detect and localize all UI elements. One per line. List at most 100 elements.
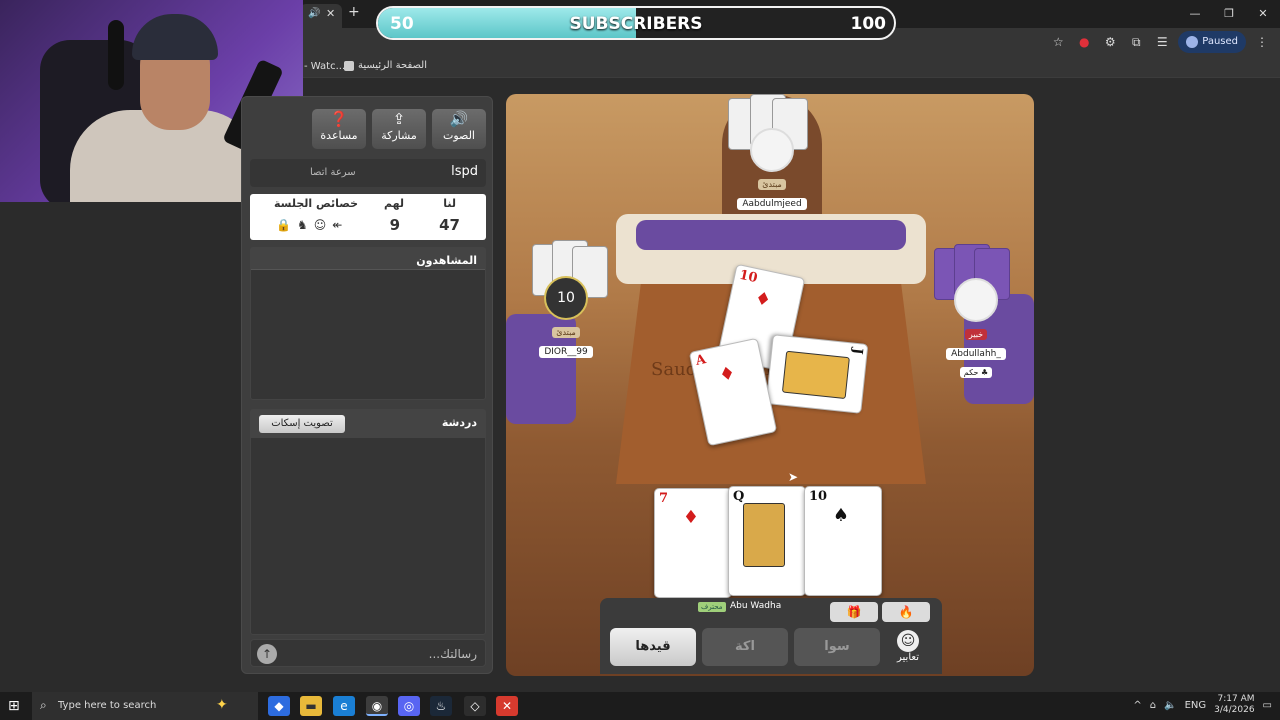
close-window-button[interactable]: ✕ — [1246, 0, 1280, 28]
hand-card-7-diamonds[interactable]: 7 ♦ — [654, 488, 732, 598]
player-right[interactable]: خبير Abdullahh_ حكم ♣ — [936, 278, 1016, 379]
lock-icon: 🔒 — [276, 218, 297, 232]
card-rank: 10 — [809, 489, 828, 504]
gift-icon: 🎁 — [846, 605, 862, 619]
windows-start-icon[interactable]: ⊞ — [8, 698, 20, 714]
bookmark-icon — [344, 60, 354, 71]
beanie — [132, 14, 218, 60]
puzzle-icon[interactable]: ⧉ — [1126, 32, 1146, 52]
avatar — [954, 278, 998, 322]
star-icon[interactable]: ☆ — [1048, 32, 1068, 52]
table-card-j-clubs: J — [765, 334, 869, 414]
share-icon: ⇪ — [392, 110, 406, 128]
chat-message-input[interactable] — [287, 644, 477, 664]
trump-note: حكم ♣ — [959, 367, 993, 378]
bookmark-home-label: الصفحة الرئيسية — [358, 60, 427, 71]
search-placeholder: Type here to search — [58, 700, 157, 711]
emote-label: تعابير — [897, 652, 919, 663]
mouse-cursor: ➤ — [788, 470, 799, 484]
us-score: 47 — [439, 216, 460, 234]
emote-button[interactable]: ☺ تعابير — [887, 630, 929, 666]
us-header: لنا — [443, 197, 456, 210]
kebab-menu-icon[interactable]: ⋮ — [1252, 32, 1272, 52]
profile-button[interactable]: Paused — [1178, 31, 1246, 53]
chrome-icon[interactable]: ◉ — [366, 696, 388, 716]
media-icon[interactable]: ☰ — [1152, 32, 1172, 52]
taskbar-search[interactable]: ⌕ Type here to search ✦ — [32, 692, 258, 720]
volume-icon[interactable]: 🔈 — [1164, 700, 1176, 711]
viewers-header: المشاهدون — [251, 248, 485, 270]
hand-card-10-spades[interactable]: 10 ♠ — [804, 486, 882, 596]
my-badge: محترف — [698, 602, 726, 612]
windows-taskbar: ⊞ ⌕ Type here to search ✦ ◆ ▬ e ◉ ◎ ♨ ◇ … — [0, 692, 1280, 720]
chat-panel: دردشة تصويت إسكات — [250, 409, 486, 635]
steam-icon[interactable]: ♨ — [430, 696, 452, 716]
smiley-icon: ☺ — [897, 630, 919, 652]
network-icon[interactable]: ⌂ — [1150, 700, 1156, 711]
edge-icon[interactable]: e — [333, 696, 355, 716]
connection-speed-row: سرعة اتصا lspd — [250, 159, 486, 187]
help-button[interactable]: ❓ مساعدة — [312, 109, 366, 149]
fire-icon: 🔥 — [898, 605, 914, 619]
restore-button[interactable]: ❐ — [1212, 0, 1246, 28]
close-app-icon[interactable]: ✕ — [496, 696, 518, 716]
browser-tab[interactable]: 🔊 ✕ — [300, 4, 342, 28]
card-suit: ♠ — [832, 505, 854, 526]
file-explorer-icon[interactable]: ▬ — [300, 696, 322, 716]
player-badge: مبتدئ — [552, 327, 580, 338]
share-button[interactable]: ⇪ مشاركة — [372, 109, 426, 149]
fire-button[interactable]: 🔥 — [882, 602, 930, 622]
sound-label: الصوت — [443, 129, 475, 142]
arrows-icon: ↞ — [332, 218, 349, 232]
hand-card-q-spades[interactable]: Q — [728, 486, 806, 596]
qaydha-button[interactable]: قيدها — [610, 628, 696, 666]
chevron-up-icon[interactable]: ^ — [1133, 700, 1141, 711]
akka-button[interactable]: اكة — [702, 628, 788, 666]
sound-button[interactable]: 🔊 الصوت — [432, 109, 486, 149]
system-clock[interactable]: 7:17 AM 3/4/2026 — [1214, 694, 1254, 716]
viewers-panel: المشاهدون — [250, 247, 486, 400]
minimize-button[interactable]: — — [1178, 0, 1212, 28]
avatar: 10 — [544, 276, 588, 320]
extension-red-icon[interactable]: ● — [1074, 32, 1094, 52]
toolbar-icons: ☆ ● ⚙ ⧉ ☰ Paused ⋮ — [1048, 31, 1272, 53]
notifications-icon[interactable]: ▭ — [1263, 700, 1272, 711]
player-left[interactable]: 10 مبتدئ DIOR__99 — [526, 276, 606, 358]
sparkle-icon: ✦ — [216, 697, 228, 713]
copilot-icon[interactable]: ◆ — [268, 696, 290, 716]
subscriber-goal: 100 — [850, 14, 887, 34]
send-arrow-icon[interactable]: ↑ — [257, 644, 277, 664]
queen-face — [743, 503, 785, 567]
new-tab-button[interactable]: + — [348, 4, 360, 20]
them-header: لهم — [383, 197, 404, 210]
language-indicator[interactable]: ENG — [1185, 700, 1207, 711]
player-top[interactable]: مبتدئ Aabdulmjeed — [732, 128, 812, 210]
game-table-area: Saudi Founding Day مبتدئ Aabdulmjeed 10 … — [506, 94, 1034, 676]
player-name: DIOR__99 — [539, 346, 593, 358]
close-tab-button[interactable]: ✕ — [326, 7, 335, 20]
my-name: Abu Wadha — [726, 600, 786, 612]
avatar — [750, 128, 794, 172]
speaker-icon: 🔊 — [449, 110, 469, 128]
them-score: 9 — [389, 216, 400, 234]
player-badge: مبتدئ — [758, 179, 786, 190]
card-rank: A — [694, 352, 708, 369]
avatar — [1186, 36, 1199, 48]
subscriber-label: SUBSCRIBERS — [569, 14, 703, 34]
bookmark-home[interactable]: الصفحة الرئيسية — [344, 60, 427, 71]
app-icon[interactable]: ◇ — [464, 696, 486, 716]
smiley-icon: ☺ — [313, 218, 333, 232]
vote-mute-button[interactable]: تصويت إسكات — [259, 415, 345, 433]
game-sidebar: ❓ مساعدة ⇪ مشاركة 🔊 الصوت سرعة اتصا lspd… — [241, 96, 493, 674]
gift-button[interactable]: 🎁 — [830, 602, 878, 622]
card-suit: ♦ — [682, 507, 704, 528]
window-controls: — ❐ ✕ — [1178, 0, 1280, 28]
sawa-button[interactable]: سوا — [794, 628, 880, 666]
discord-icon[interactable]: ◎ — [398, 696, 420, 716]
extension-icon[interactable]: ⚙ — [1100, 32, 1120, 52]
help-label: مساعدة — [320, 129, 358, 142]
clock-time: 7:17 AM — [1217, 694, 1255, 704]
card-rank: Q — [733, 489, 745, 504]
speaker-icon[interactable]: 🔊 — [308, 8, 320, 19]
bookmark-watch[interactable]: - Watc... — [304, 61, 345, 72]
